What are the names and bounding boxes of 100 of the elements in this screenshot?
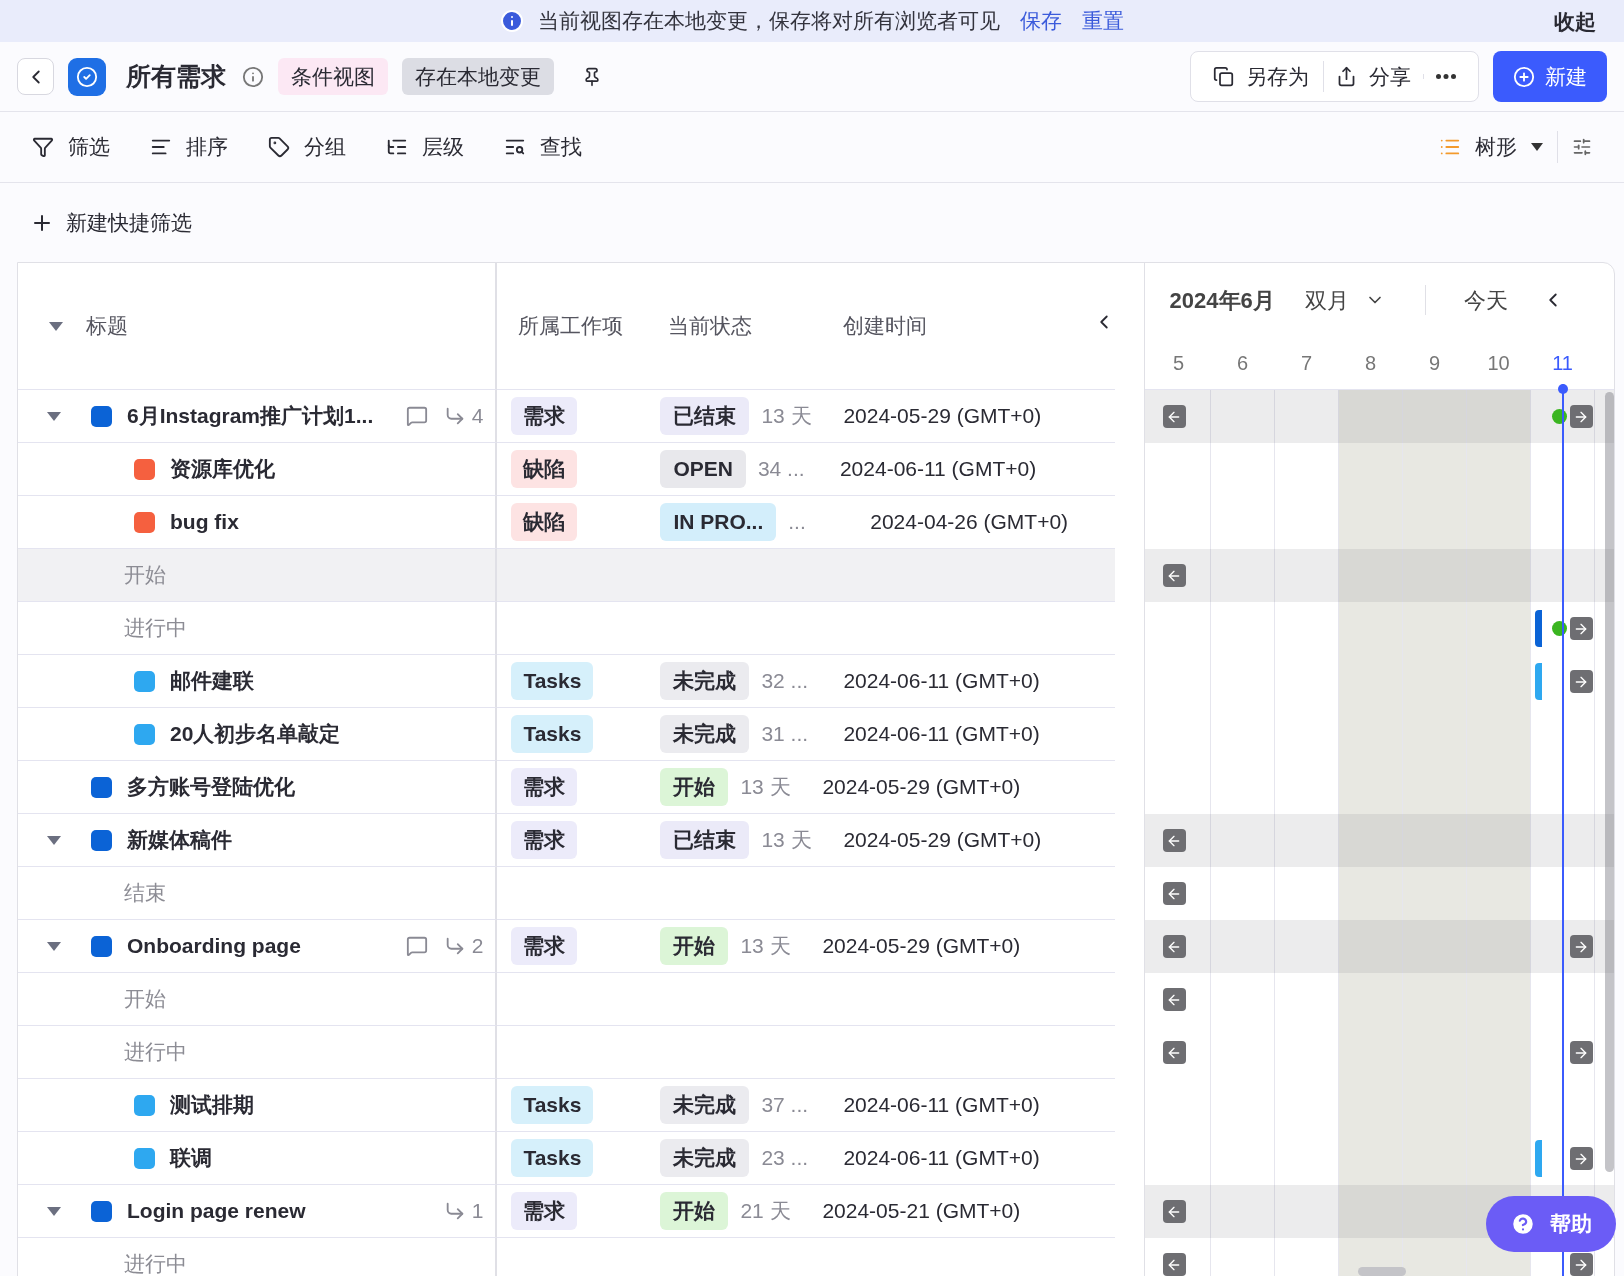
row-title[interactable]: Onboarding page	[127, 930, 301, 962]
scrollbar[interactable]	[1605, 392, 1614, 1172]
settings-icon[interactable]	[1572, 137, 1592, 157]
toolbar-button[interactable]: 查找	[504, 131, 582, 163]
banner-link[interactable]: 重置	[1082, 5, 1124, 37]
created-date: 2024-06-11 (GMT+0)	[842, 1145, 1040, 1172]
column-header[interactable]: 标题	[86, 310, 128, 342]
column-header[interactable]: 创建时间	[843, 310, 928, 342]
expand-caret-icon[interactable]	[46, 410, 62, 422]
comment-icon[interactable]	[405, 935, 428, 957]
today-button[interactable]: 今天	[1463, 283, 1508, 317]
arrow-left-icon[interactable]	[1162, 882, 1186, 905]
created-date: 2024-06-11 (GMT+0)	[842, 1092, 1040, 1119]
back-button[interactable]	[17, 58, 54, 95]
new-quick-filter[interactable]: 新建快捷筛选	[30, 206, 192, 239]
expand-caret-icon[interactable]	[46, 1205, 62, 1217]
help-button[interactable]: 帮助	[1486, 1196, 1616, 1252]
row-title[interactable]: 6月Instagram推广计划1...	[127, 400, 374, 432]
status-tag[interactable]: 未完成	[660, 715, 750, 753]
row-title[interactable]: 测试排期	[170, 1089, 254, 1121]
banner-link[interactable]: 保存	[1020, 5, 1062, 37]
info-icon	[500, 9, 524, 33]
toolbar-button[interactable]: 筛选	[32, 131, 110, 163]
day-label: 5	[1172, 351, 1186, 377]
arrow-left-icon[interactable]	[1162, 1253, 1186, 1276]
duration: 13 天	[760, 403, 813, 430]
expand-caret-icon[interactable]	[46, 834, 62, 846]
arrow-left-icon[interactable]	[1162, 935, 1186, 958]
subtask-count: 2	[471, 933, 484, 960]
arrow-left-icon[interactable]	[1162, 988, 1186, 1011]
collapse-button[interactable]: 收起	[1554, 6, 1596, 38]
filter-icon	[32, 136, 54, 158]
row-title[interactable]: bug fix	[170, 506, 239, 538]
type-tag: 需求	[511, 821, 578, 859]
column-header[interactable]: 所属工作项	[497, 310, 651, 342]
status-tag[interactable]: 未完成	[660, 662, 750, 700]
status-tag[interactable]: 开始	[660, 927, 729, 965]
type-tag: Tasks	[511, 715, 594, 753]
arrow-left-icon[interactable]	[1162, 829, 1186, 852]
created-date: 2024-05-29 (GMT+0)	[821, 933, 1021, 960]
pin-icon[interactable]	[582, 66, 602, 87]
app-icon	[68, 57, 106, 96]
arrow-right-icon[interactable]	[1569, 1253, 1593, 1276]
row-title[interactable]: 邮件建联	[170, 665, 254, 697]
arrow-left-icon[interactable]	[1162, 564, 1186, 587]
day-label: 6	[1236, 351, 1250, 377]
info-icon[interactable]	[242, 65, 264, 88]
row-title[interactable]: 多方账号登陆优化	[127, 771, 295, 803]
status-tag[interactable]: 已结束	[660, 821, 750, 859]
task-bar[interactable]	[1534, 1140, 1542, 1177]
task-bar[interactable]	[1534, 663, 1542, 700]
comment-icon[interactable]	[405, 405, 428, 427]
arrow-right-icon[interactable]	[1569, 1041, 1593, 1064]
status-tag[interactable]: 已结束	[660, 397, 750, 435]
status-tag[interactable]: OPEN	[660, 450, 746, 488]
range-dropdown[interactable]: 双月	[1304, 283, 1385, 317]
type-tag: Tasks	[511, 1086, 594, 1124]
type-tag: 需求	[511, 1192, 578, 1230]
arrow-left-icon[interactable]	[1162, 405, 1186, 428]
row-title[interactable]: 20人初步名单敲定	[170, 718, 341, 750]
view-tag[interactable]: 条件视图	[278, 57, 388, 96]
created-date: 2024-06-11 (GMT+0)	[838, 456, 1037, 483]
expand-caret-icon[interactable]	[48, 320, 64, 332]
arrow-right-icon[interactable]	[1569, 935, 1593, 958]
row-title[interactable]: 联调	[170, 1142, 212, 1174]
arrow-right-icon[interactable]	[1569, 617, 1593, 640]
status-tag[interactable]: IN PRO...	[660, 503, 777, 541]
toolbar-button[interactable]: 层级	[386, 131, 464, 163]
day-label: 9	[1428, 351, 1442, 377]
duration: 32 ...	[760, 668, 810, 695]
arrow-right-icon[interactable]	[1569, 670, 1593, 693]
row-title[interactable]: 新媒体稿件	[127, 824, 232, 856]
action-button[interactable]: 分享	[1323, 60, 1423, 93]
new-button[interactable]: 新建	[1493, 51, 1607, 102]
arrow-right-icon[interactable]	[1569, 1147, 1593, 1170]
status-tag[interactable]: 未完成	[660, 1139, 750, 1177]
type-tag: 需求	[511, 768, 578, 806]
created-date: 2024-05-29 (GMT+0)	[842, 403, 1042, 430]
view-mode-button[interactable]: 树形	[1439, 131, 1558, 163]
scrollbar[interactable]	[1358, 1267, 1406, 1276]
row-title[interactable]: 资源库优化	[170, 453, 275, 485]
day-label: 11	[1551, 351, 1574, 377]
day-label: 7	[1300, 351, 1314, 377]
view-tag[interactable]: 存在本地变更	[402, 57, 554, 96]
status-tag[interactable]: 开始	[660, 1192, 729, 1230]
task-bar[interactable]	[1534, 610, 1542, 647]
arrow-left-icon[interactable]	[1162, 1041, 1186, 1064]
arrow-left-icon[interactable]	[1162, 1200, 1186, 1223]
row-title[interactable]: Login page renew	[127, 1195, 306, 1227]
status-tag[interactable]: 开始	[660, 768, 729, 806]
group-label: 进行中	[123, 615, 187, 642]
expand-caret-icon[interactable]	[46, 940, 62, 952]
column-header[interactable]: 当前状态	[650, 310, 844, 342]
toolbar-button[interactable]: 分组	[268, 131, 346, 163]
action-button[interactable]: 另存为	[1201, 60, 1321, 93]
share-icon	[1336, 66, 1357, 87]
arrow-right-icon[interactable]	[1569, 405, 1593, 428]
status-tag[interactable]: 未完成	[660, 1086, 750, 1124]
created-date: 2024-06-11 (GMT+0)	[842, 721, 1040, 748]
toolbar-button[interactable]: 排序	[150, 131, 228, 163]
